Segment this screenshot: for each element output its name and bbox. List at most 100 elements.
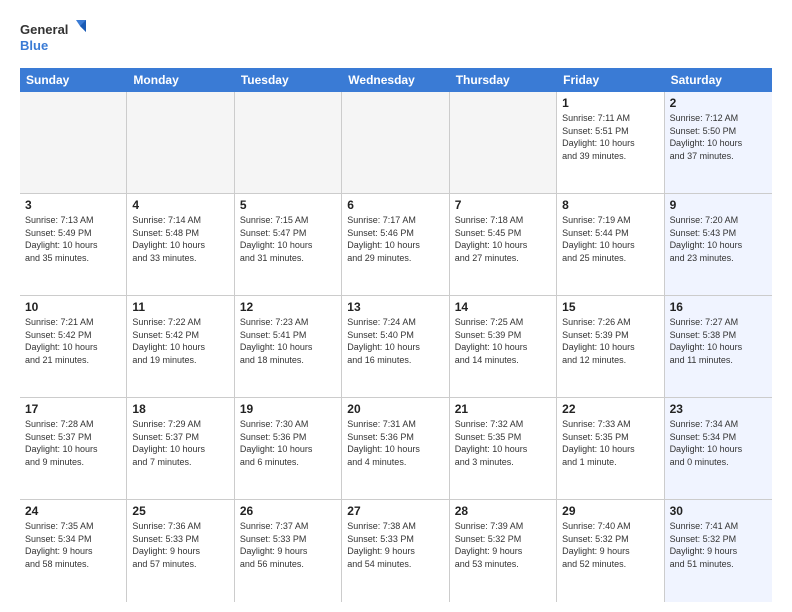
cal-cell-2: 2 Sunrise: 7:12 AM Sunset: 5:50 PM Daylig… — [665, 92, 772, 193]
day-number: 19 — [240, 402, 336, 416]
cal-cell-29: 29 Sunrise: 7:40 AM Sunset: 5:32 PM Dayli… — [557, 500, 664, 602]
header-cell-sunday: Sunday — [20, 68, 127, 92]
cal-cell-16: 16 Sunrise: 7:27 AM Sunset: 5:38 PM Dayli… — [665, 296, 772, 397]
cell-info: Sunrise: 7:22 AM Sunset: 5:42 PM Dayligh… — [132, 316, 228, 366]
cell-info: Sunrise: 7:20 AM Sunset: 5:43 PM Dayligh… — [670, 214, 767, 264]
day-number: 3 — [25, 198, 121, 212]
cal-cell-23: 23Sunrise: 7:34 AM Sunset: 5:34 PM Dayli… — [665, 398, 772, 499]
cell-info: Sunrise: 7:41 AM Sunset: 5:32 PM Dayligh… — [670, 520, 767, 570]
cell-info: Sunrise: 7:38 AM Sunset: 5:33 PM Dayligh… — [347, 520, 443, 570]
cal-cell-8: 8Sunrise: 7:19 AM Sunset: 5:44 PM Daylig… — [557, 194, 664, 295]
day-number: 30 — [670, 504, 767, 518]
cell-info: Sunrise: 7:12 AM Sunset: 5:50 PM Dayligh… — [670, 112, 767, 162]
cell-info: Sunrise: 7:18 AM Sunset: 5:45 PM Dayligh… — [455, 214, 551, 264]
cell-info: Sunrise: 7:35 AM Sunset: 5:34 PM Dayligh… — [25, 520, 121, 570]
cell-info: Sunrise: 7:13 AM Sunset: 5:49 PM Dayligh… — [25, 214, 121, 264]
day-number: 15 — [562, 300, 658, 314]
calendar-header: SundayMondayTuesdayWednesdayThursdayFrid… — [20, 68, 772, 92]
day-number: 27 — [347, 504, 443, 518]
day-number: 4 — [132, 198, 228, 212]
cell-info: Sunrise: 7:33 AM Sunset: 5:35 PM Dayligh… — [562, 418, 658, 468]
day-number: 13 — [347, 300, 443, 314]
header: General Blue — [20, 16, 772, 58]
cal-cell-20: 20Sunrise: 7:31 AM Sunset: 5:36 PM Dayli… — [342, 398, 449, 499]
svg-text:General: General — [20, 22, 68, 37]
day-number: 1 — [562, 96, 658, 110]
header-cell-saturday: Saturday — [665, 68, 772, 92]
header-cell-friday: Friday — [557, 68, 664, 92]
cell-info: Sunrise: 7:39 AM Sunset: 5:32 PM Dayligh… — [455, 520, 551, 570]
cal-cell-empty-1 — [127, 92, 234, 193]
day-number: 28 — [455, 504, 551, 518]
cell-info: Sunrise: 7:31 AM Sunset: 5:36 PM Dayligh… — [347, 418, 443, 468]
day-number: 2 — [670, 96, 767, 110]
day-number: 16 — [670, 300, 767, 314]
day-number: 5 — [240, 198, 336, 212]
cell-info: Sunrise: 7:25 AM Sunset: 5:39 PM Dayligh… — [455, 316, 551, 366]
cal-cell-14: 14 Sunrise: 7:25 AM Sunset: 5:39 PM Dayli… — [450, 296, 557, 397]
cal-cell-15: 15 Sunrise: 7:26 AM Sunset: 5:39 PM Dayli… — [557, 296, 664, 397]
cal-cell-4: 4Sunrise: 7:14 AM Sunset: 5:48 PM Daylig… — [127, 194, 234, 295]
cal-cell-3: 3 Sunrise: 7:13 AM Sunset: 5:49 PM Daylig… — [20, 194, 127, 295]
cal-cell-empty-3 — [342, 92, 449, 193]
cell-info: Sunrise: 7:32 AM Sunset: 5:35 PM Dayligh… — [455, 418, 551, 468]
cal-cell-24: 24 Sunrise: 7:35 AM Sunset: 5:34 PM Dayli… — [20, 500, 127, 602]
day-number: 10 — [25, 300, 121, 314]
cell-info: Sunrise: 7:19 AM Sunset: 5:44 PM Dayligh… — [562, 214, 658, 264]
cell-info: Sunrise: 7:23 AM Sunset: 5:41 PM Dayligh… — [240, 316, 336, 366]
svg-text:Blue: Blue — [20, 38, 48, 53]
cal-row-2: 3 Sunrise: 7:13 AM Sunset: 5:49 PM Daylig… — [20, 194, 772, 296]
cell-info: Sunrise: 7:29 AM Sunset: 5:37 PM Dayligh… — [132, 418, 228, 468]
cal-cell-empty-0 — [20, 92, 127, 193]
day-number: 17 — [25, 402, 121, 416]
cell-info: Sunrise: 7:37 AM Sunset: 5:33 PM Dayligh… — [240, 520, 336, 570]
cal-cell-5: 5 Sunrise: 7:15 AM Sunset: 5:47 PM Daylig… — [235, 194, 342, 295]
cal-cell-1: 1 Sunrise: 7:11 AM Sunset: 5:51 PM Daylig… — [557, 92, 664, 193]
cell-info: Sunrise: 7:15 AM Sunset: 5:47 PM Dayligh… — [240, 214, 336, 264]
cal-cell-30: 30 Sunrise: 7:41 AM Sunset: 5:32 PM Dayli… — [665, 500, 772, 602]
cell-info: Sunrise: 7:36 AM Sunset: 5:33 PM Dayligh… — [132, 520, 228, 570]
cal-cell-26: 26Sunrise: 7:37 AM Sunset: 5:33 PM Dayli… — [235, 500, 342, 602]
cell-info: Sunrise: 7:21 AM Sunset: 5:42 PM Dayligh… — [25, 316, 121, 366]
cell-info: Sunrise: 7:11 AM Sunset: 5:51 PM Dayligh… — [562, 112, 658, 162]
cal-cell-19: 19 Sunrise: 7:30 AM Sunset: 5:36 PM Dayli… — [235, 398, 342, 499]
day-number: 7 — [455, 198, 551, 212]
cal-cell-empty-2 — [235, 92, 342, 193]
cal-cell-12: 12Sunrise: 7:23 AM Sunset: 5:41 PM Dayli… — [235, 296, 342, 397]
cal-row-1: 1 Sunrise: 7:11 AM Sunset: 5:51 PM Daylig… — [20, 92, 772, 194]
page: General Blue SundayMondayTuesdayWednesda… — [0, 0, 792, 612]
day-number: 22 — [562, 402, 658, 416]
cal-cell-10: 10 Sunrise: 7:21 AM Sunset: 5:42 PM Dayli… — [20, 296, 127, 397]
day-number: 18 — [132, 402, 228, 416]
cell-info: Sunrise: 7:28 AM Sunset: 5:37 PM Dayligh… — [25, 418, 121, 468]
cell-info: Sunrise: 7:24 AM Sunset: 5:40 PM Dayligh… — [347, 316, 443, 366]
cal-cell-17: 17 Sunrise: 7:28 AM Sunset: 5:37 PM Dayli… — [20, 398, 127, 499]
cell-info: Sunrise: 7:30 AM Sunset: 5:36 PM Dayligh… — [240, 418, 336, 468]
cell-info: Sunrise: 7:27 AM Sunset: 5:38 PM Dayligh… — [670, 316, 767, 366]
cal-cell-9: 9Sunrise: 7:20 AM Sunset: 5:43 PM Daylig… — [665, 194, 772, 295]
calendar: SundayMondayTuesdayWednesdayThursdayFrid… — [20, 68, 772, 602]
day-number: 6 — [347, 198, 443, 212]
header-cell-monday: Monday — [127, 68, 234, 92]
cal-cell-7: 7 Sunrise: 7:18 AM Sunset: 5:45 PM Daylig… — [450, 194, 557, 295]
header-cell-wednesday: Wednesday — [342, 68, 449, 92]
day-number: 21 — [455, 402, 551, 416]
day-number: 24 — [25, 504, 121, 518]
cal-cell-13: 13 Sunrise: 7:24 AM Sunset: 5:40 PM Dayli… — [342, 296, 449, 397]
cal-row-3: 10 Sunrise: 7:21 AM Sunset: 5:42 PM Dayli… — [20, 296, 772, 398]
cal-row-5: 24 Sunrise: 7:35 AM Sunset: 5:34 PM Dayli… — [20, 500, 772, 602]
day-number: 14 — [455, 300, 551, 314]
cal-cell-27: 27 Sunrise: 7:38 AM Sunset: 5:33 PM Dayli… — [342, 500, 449, 602]
cal-cell-empty-4 — [450, 92, 557, 193]
day-number: 29 — [562, 504, 658, 518]
cal-row-4: 17 Sunrise: 7:28 AM Sunset: 5:37 PM Dayli… — [20, 398, 772, 500]
cal-cell-28: 28 Sunrise: 7:39 AM Sunset: 5:32 PM Dayli… — [450, 500, 557, 602]
cell-info: Sunrise: 7:40 AM Sunset: 5:32 PM Dayligh… — [562, 520, 658, 570]
header-cell-thursday: Thursday — [450, 68, 557, 92]
cal-cell-6: 6Sunrise: 7:17 AM Sunset: 5:46 PM Daylig… — [342, 194, 449, 295]
cell-info: Sunrise: 7:26 AM Sunset: 5:39 PM Dayligh… — [562, 316, 658, 366]
day-number: 11 — [132, 300, 228, 314]
day-number: 25 — [132, 504, 228, 518]
calendar-body: 1 Sunrise: 7:11 AM Sunset: 5:51 PM Daylig… — [20, 92, 772, 602]
cal-cell-22: 22 Sunrise: 7:33 AM Sunset: 5:35 PM Dayli… — [557, 398, 664, 499]
